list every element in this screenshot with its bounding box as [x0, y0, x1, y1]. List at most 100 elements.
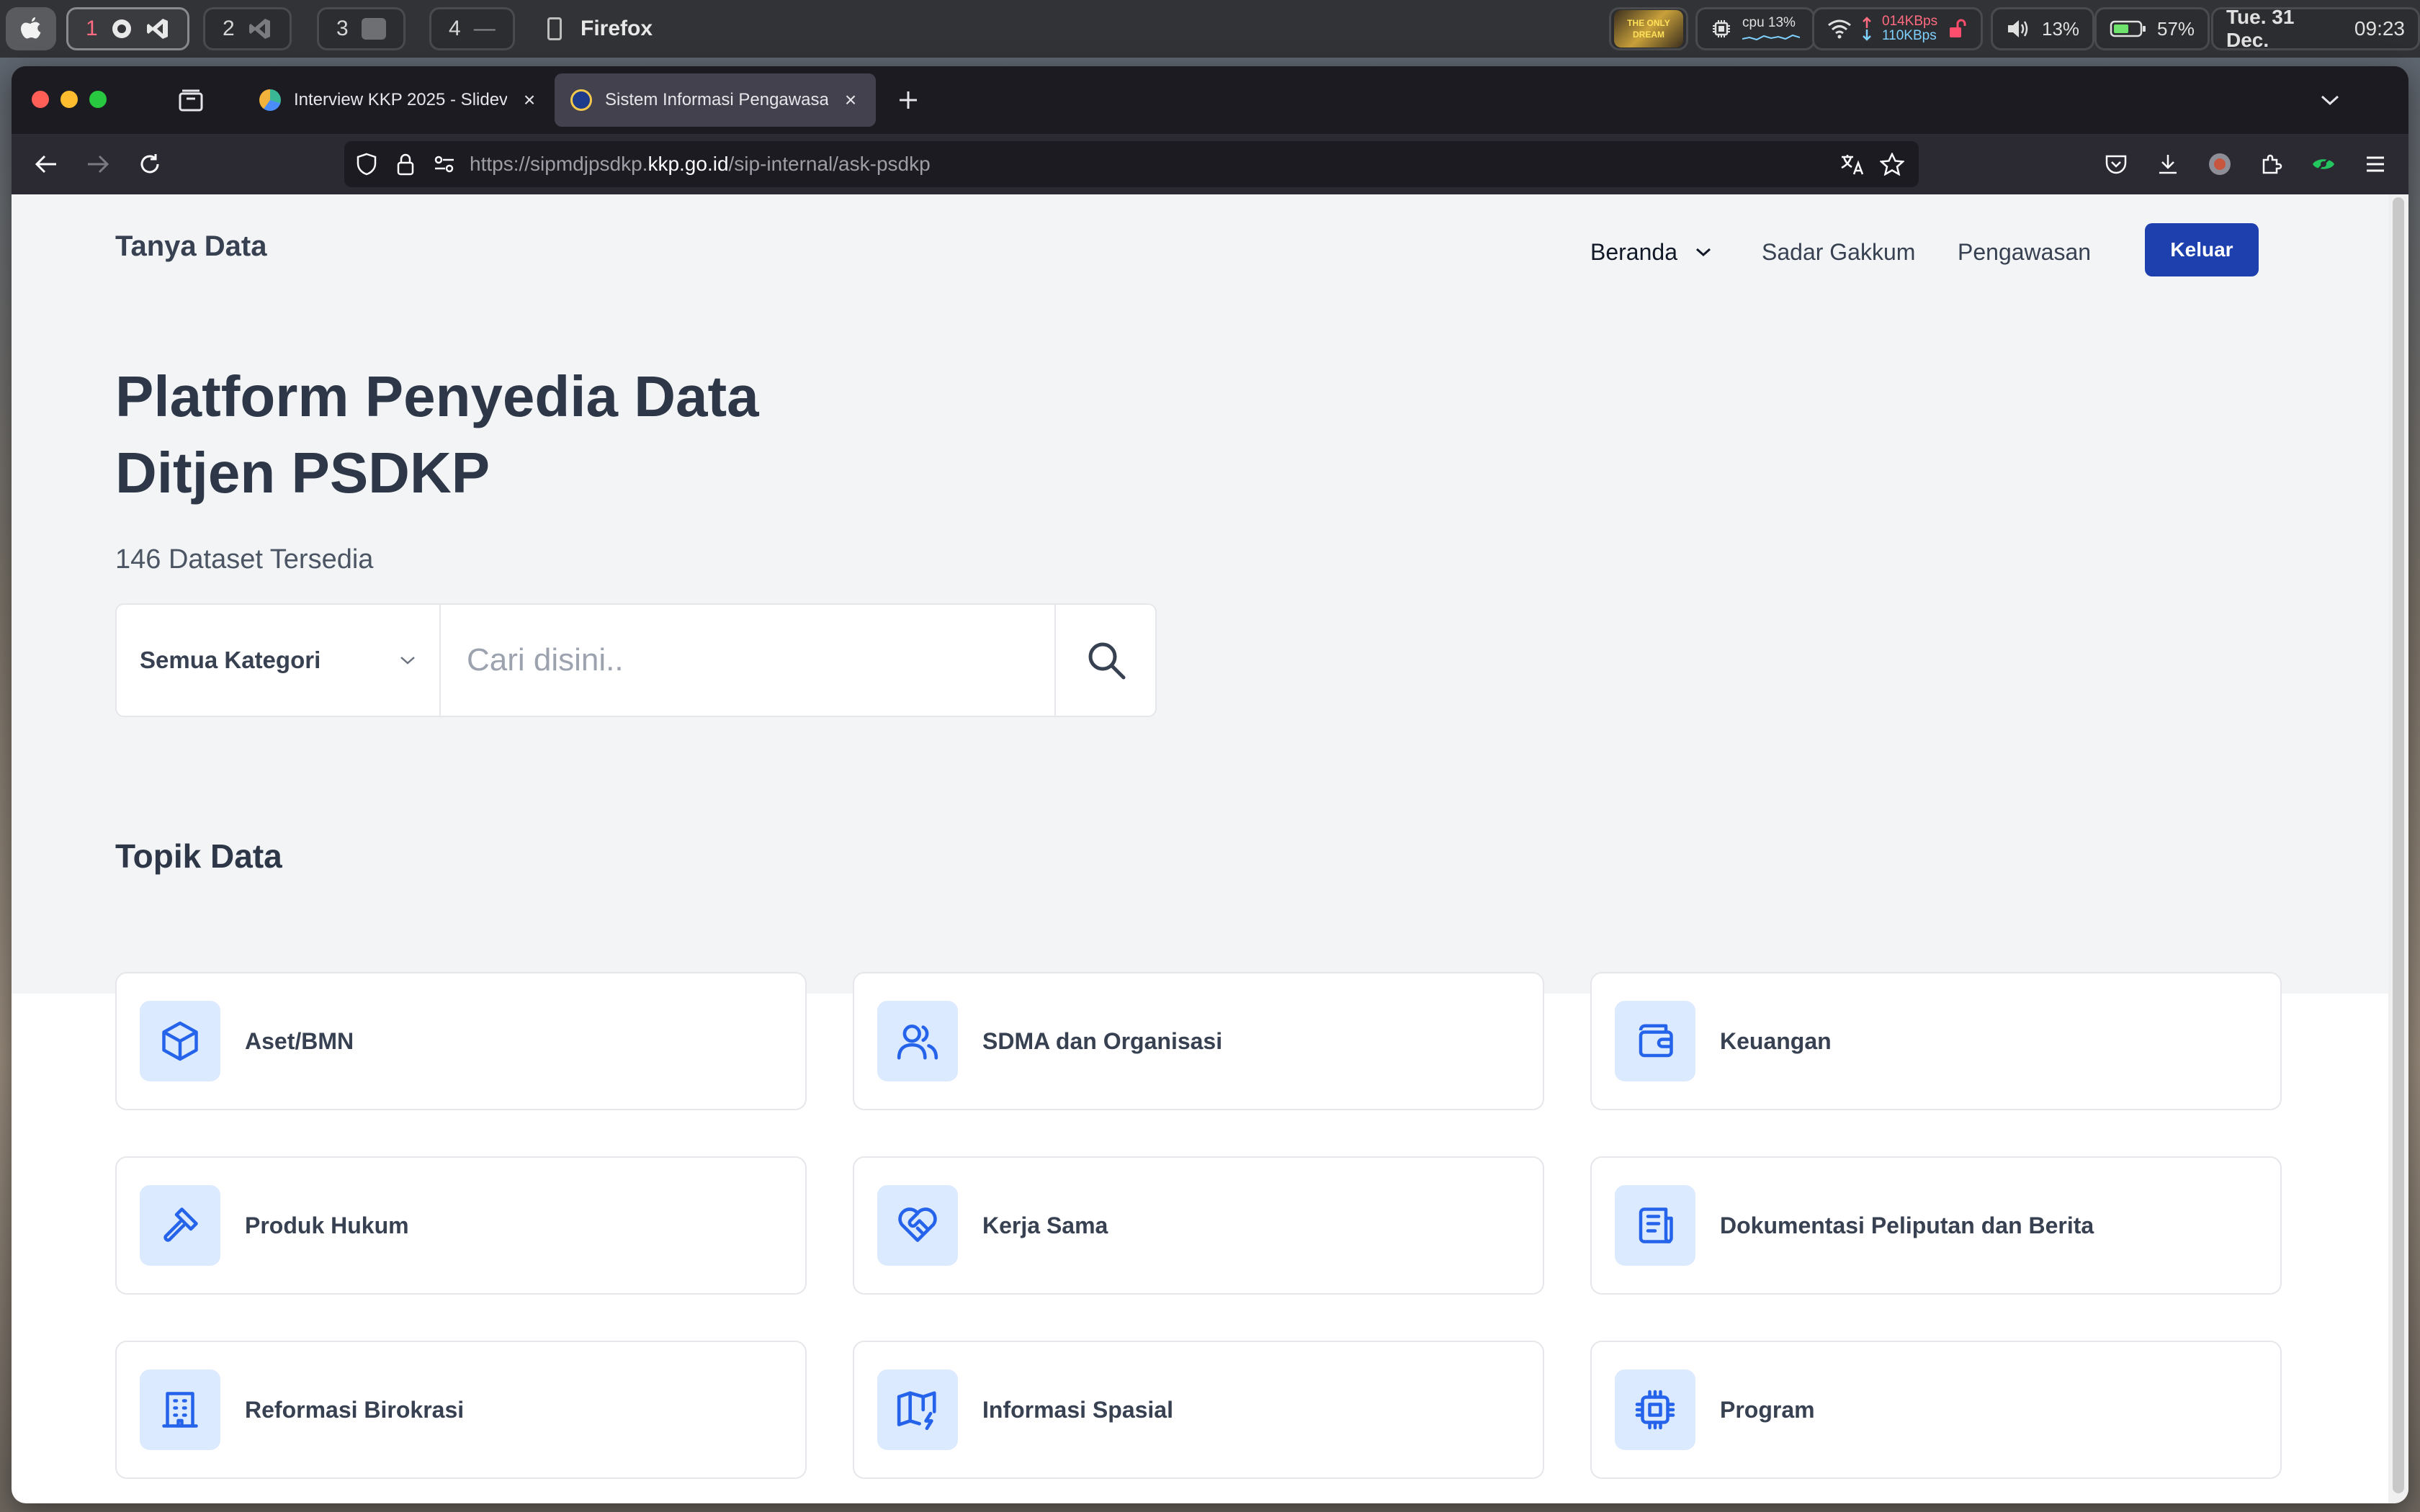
topic-card-informasi-spasial[interactable]: Informasi Spasial — [853, 1341, 1544, 1479]
net-upload: 014KBps — [1882, 14, 1938, 29]
eye-slash-icon — [2313, 154, 2334, 174]
topic-card-program[interactable]: Program — [1590, 1341, 2282, 1479]
workspace-4[interactable]: 4 — — [429, 7, 515, 50]
phone-icon — [547, 17, 562, 40]
forward-button[interactable] — [81, 147, 115, 181]
battery-widget[interactable]: 57% — [2094, 7, 2210, 50]
topic-icon-box — [1615, 1369, 1695, 1450]
page-title-line1: Platform Penyedia Data — [115, 364, 759, 428]
nav-beranda-dropdown[interactable]: Beranda — [1590, 230, 1712, 274]
search-button[interactable] — [1054, 605, 1157, 716]
search-icon — [1088, 642, 1126, 680]
topic-card-reformasi-birokrasi[interactable]: Reformasi Birokrasi — [115, 1341, 807, 1479]
slidev-favicon-icon — [259, 89, 281, 111]
workspace-2[interactable]: 2 — [203, 7, 292, 50]
translate-icon[interactable] — [1839, 153, 1865, 176]
nav-sadar-gakkum[interactable]: Sadar Gakkum — [1762, 230, 1915, 274]
chevron-down-icon — [400, 657, 415, 665]
search-input[interactable] — [442, 605, 1054, 716]
map-icon — [897, 1391, 936, 1431]
close-tab-icon[interactable]: × — [520, 89, 539, 111]
topic-card-aset-bmn[interactable]: Aset/BMN — [115, 972, 807, 1110]
page-title: Platform Penyedia Data Ditjen PSDKP — [115, 359, 908, 511]
topics-title: Topik Data — [115, 837, 282, 875]
scrollbar[interactable] — [2388, 194, 2408, 1503]
cpu-label: cpu 13% — [1742, 15, 1796, 30]
kkp-favicon-icon — [570, 89, 592, 111]
topic-icon-box — [877, 1185, 958, 1266]
active-app-name: Firefox — [581, 17, 653, 40]
topic-card-sdma[interactable]: SDMA dan Organisasi — [853, 972, 1544, 1110]
list-all-tabs-button[interactable] — [2313, 84, 2347, 117]
account-button[interactable] — [2202, 147, 2237, 181]
workspace-1[interactable]: 1 — [66, 7, 189, 50]
media-widget[interactable]: THE ONLY DREAM — [1609, 7, 1688, 50]
hamburger-menu-icon — [2367, 156, 2384, 172]
downloads-button[interactable] — [2151, 147, 2185, 181]
reload-icon — [140, 154, 159, 174]
active-app: Firefox — [547, 0, 653, 58]
cpu-chip-icon — [1713, 20, 1730, 37]
tab-title: Sistem Informasi Pengawasan - — [605, 90, 828, 109]
firefox-view-icon — [179, 89, 203, 112]
url-bar[interactable]: https://sipmdjpsdkp.kkp.go.id/sip-intern… — [344, 141, 1919, 187]
workspace-number: 2 — [223, 17, 235, 40]
nav-beranda-label: Beranda — [1590, 239, 1677, 265]
app-menu-button[interactable] — [2358, 147, 2393, 181]
reload-button[interactable] — [133, 147, 167, 181]
volume-widget[interactable]: 13% — [1991, 7, 2095, 50]
finder-window-icon — [361, 18, 386, 40]
minimize-window-button[interactable] — [60, 91, 78, 108]
pocket-icon — [2105, 155, 2127, 174]
cube-icon — [162, 1021, 198, 1061]
lock-icon[interactable] — [396, 153, 415, 176]
speaker-icon — [2008, 20, 2028, 37]
download-icon — [2159, 155, 2177, 174]
topic-icon-box — [1615, 1185, 1695, 1266]
network-widget[interactable]: 014KBps 110KBps — [1812, 7, 1984, 50]
album-art: THE ONLY DREAM — [1614, 10, 1683, 48]
arrow-right-icon — [88, 155, 109, 174]
pocket-button[interactable] — [2099, 147, 2133, 181]
hero-background — [12, 194, 2388, 994]
cpu-graph-icon — [1742, 34, 1800, 41]
url-text[interactable]: https://sipmdjpsdkp.kkp.go.id/sip-intern… — [470, 141, 931, 187]
topic-card-kerja-sama[interactable]: Kerja Sama — [853, 1156, 1544, 1295]
tab-interview-slidev[interactable]: Interview KKP 2025 - Slidev × — [243, 73, 555, 127]
new-tab-button[interactable] — [892, 84, 925, 117]
search-box: Semua Kategori — [115, 603, 1157, 717]
nav-pengawasan[interactable]: Pengawasan — [1958, 230, 2091, 274]
battery-level: 57% — [2157, 17, 2195, 40]
category-select[interactable]: Semua Kategori — [117, 605, 441, 716]
tab-sistem-informasi[interactable]: Sistem Informasi Pengawasan - × — [555, 73, 876, 127]
site-brand[interactable]: Tanya Data — [115, 230, 266, 263]
topic-card-keuangan[interactable]: Keuangan — [1590, 972, 2282, 1110]
topic-label: Dokumentasi Peliputan dan Berita — [1720, 1212, 2094, 1238]
topic-icon-box — [140, 1185, 220, 1266]
topic-label: Keuangan — [1720, 1027, 1832, 1054]
logout-button[interactable]: Keluar — [2145, 223, 2259, 276]
shield-icon[interactable] — [356, 153, 377, 176]
clock-widget[interactable]: Tue. 31 Dec. 09:23 — [2211, 6, 2420, 51]
permissions-icon[interactable] — [434, 156, 455, 173]
extensions-button[interactable] — [2254, 147, 2289, 181]
cpu-widget[interactable]: cpu 13% — [1695, 7, 1815, 50]
topic-card-dokumentasi[interactable]: Dokumentasi Peliputan dan Berita — [1590, 1156, 2282, 1295]
topic-card-produk-hukum[interactable]: Produk Hukum — [115, 1156, 807, 1295]
apple-menu-button[interactable] — [6, 7, 56, 50]
page-viewport: Tanya Data Beranda Sadar Gakkum Pengawas… — [12, 194, 2408, 1503]
close-tab-icon[interactable]: × — [841, 89, 860, 111]
workspace-3[interactable]: 3 — [317, 7, 405, 50]
close-window-button[interactable] — [32, 91, 49, 108]
privacy-extension-button[interactable] — [2306, 147, 2341, 181]
workspace-number: 3 — [336, 17, 349, 40]
firefox-view-button[interactable] — [174, 84, 207, 117]
bookmark-star-icon[interactable] — [1880, 153, 1904, 176]
date-text: Tue. 31 Dec. — [2226, 6, 2295, 51]
avatar-icon — [2209, 153, 2231, 175]
scrollbar-thumb[interactable] — [2393, 197, 2404, 1493]
zoom-window-button[interactable] — [89, 91, 107, 108]
back-button[interactable] — [29, 147, 63, 181]
chevron-down-icon — [2321, 95, 2339, 106]
handshake-heart-icon — [898, 1207, 937, 1242]
